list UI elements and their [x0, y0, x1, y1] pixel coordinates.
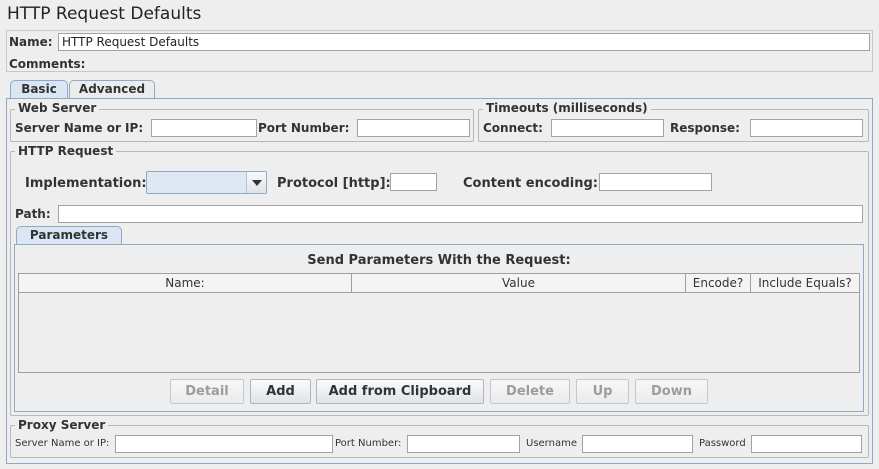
column-header-include-equals[interactable]: Include Equals?: [751, 274, 859, 293]
path-input[interactable]: [58, 205, 863, 223]
up-button[interactable]: Up: [576, 379, 629, 404]
delete-button[interactable]: Delete: [490, 379, 570, 404]
protocol-input[interactable]: [390, 173, 437, 191]
content-encoding-input[interactable]: [599, 173, 712, 191]
implementation-label: Implementation:: [25, 176, 147, 191]
parameters-heading: Send Parameters With the Request:: [307, 253, 571, 268]
proxy-server-name-label: Server Name or IP:: [15, 438, 110, 449]
proxy-server-name-input[interactable]: [115, 435, 333, 453]
tab-parameters[interactable]: Parameters: [16, 226, 122, 245]
timeouts-title: Timeouts (milliseconds): [483, 102, 651, 115]
comments-label: Comments:: [9, 57, 86, 71]
port-number-input[interactable]: [357, 119, 470, 137]
name-label: Name:: [9, 35, 53, 49]
implementation-select[interactable]: [146, 171, 267, 194]
protocol-label: Protocol [http]:: [277, 176, 391, 191]
chevron-down-icon: [252, 180, 262, 186]
server-name-input[interactable]: [151, 119, 257, 137]
port-number-label: Port Number:: [258, 121, 350, 135]
column-header-name[interactable]: Name:: [19, 274, 352, 293]
proxy-password-input[interactable]: [751, 435, 862, 453]
connect-timeout-input[interactable]: [551, 119, 664, 137]
comments-field[interactable]: [88, 55, 870, 73]
down-button[interactable]: Down: [635, 379, 708, 404]
server-name-label: Server Name or IP:: [15, 121, 144, 135]
column-header-encode[interactable]: Encode?: [686, 274, 751, 293]
page-title: HTTP Request Defaults: [7, 4, 202, 24]
name-field[interactable]: [58, 33, 870, 51]
proxy-port-label: Port Number:: [335, 438, 402, 449]
tab-advanced[interactable]: Advanced: [69, 80, 155, 99]
content-encoding-label: Content encoding:: [463, 176, 598, 191]
proxy-username-label: Username: [526, 438, 577, 449]
tab-basic[interactable]: Basic: [10, 80, 68, 99]
parameters-table[interactable]: Name: Value Encode? Include Equals?: [18, 273, 860, 373]
path-label: Path:: [15, 207, 51, 221]
response-timeout-input[interactable]: [750, 119, 863, 137]
proxy-username-input[interactable]: [582, 435, 693, 453]
dropdown-button[interactable]: [246, 172, 266, 193]
proxy-password-label: Password: [699, 438, 746, 449]
column-header-value[interactable]: Value: [352, 274, 686, 293]
proxy-port-input[interactable]: [407, 435, 520, 453]
web-server-title: Web Server: [15, 102, 100, 115]
connect-label: Connect:: [483, 121, 543, 135]
detail-button[interactable]: Detail: [170, 379, 244, 404]
response-label: Response:: [670, 121, 740, 135]
add-from-clipboard-button[interactable]: Add from Clipboard: [316, 379, 484, 404]
http-request-title: HTTP Request: [15, 145, 117, 158]
proxy-server-title: Proxy Server: [15, 419, 109, 432]
add-button[interactable]: Add: [250, 379, 311, 404]
